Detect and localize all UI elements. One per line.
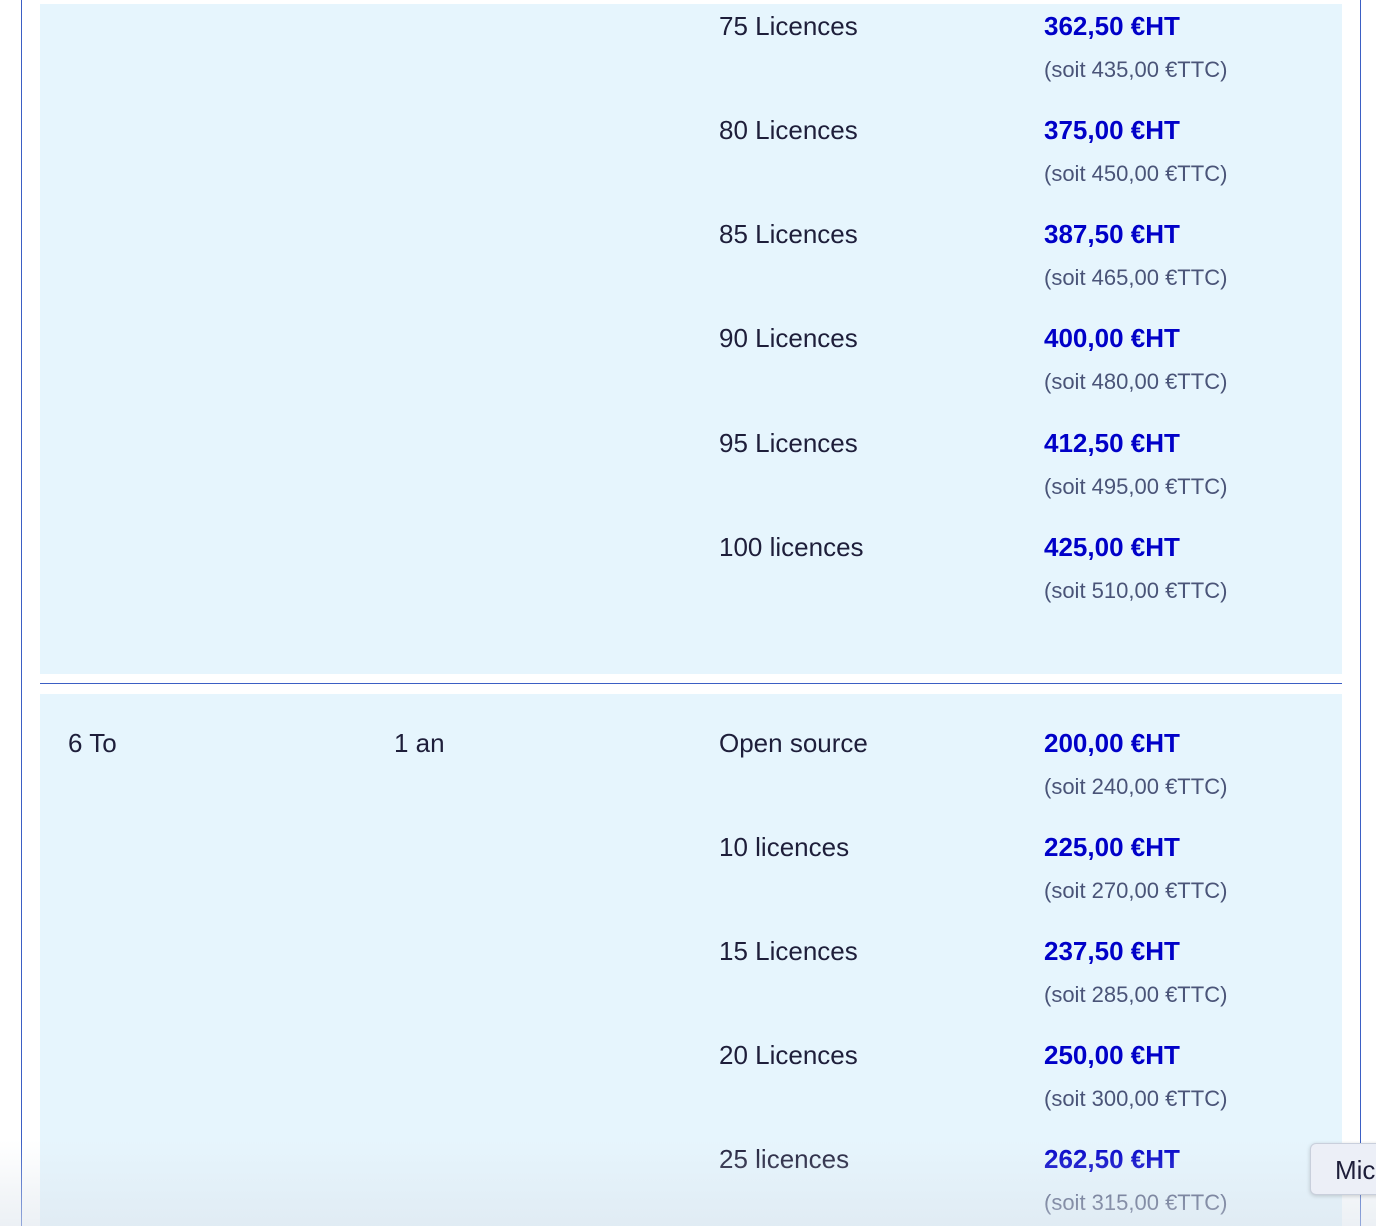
- licence-label: 80 Licences: [719, 115, 858, 145]
- price-ht: 262,50 €HT: [1044, 1144, 1180, 1174]
- table-row: 15 Licences 237,50 €HT (soit 285,00 €TTC…: [40, 929, 1342, 1029]
- subscription-duration: 1 an: [394, 728, 445, 758]
- price-cell: 387,50 €HT (soit 465,00 €TTC): [1044, 212, 1227, 300]
- licence-label: 15 Licences: [719, 936, 858, 966]
- price-ht: 425,00 €HT: [1044, 532, 1180, 562]
- price-ht: 387,50 €HT: [1044, 219, 1180, 249]
- table-row: 95 Licences 412,50 €HT (soit 495,00 €TTC…: [40, 421, 1342, 521]
- licence-label: 10 licences: [719, 832, 850, 862]
- price-cell: 225,00 €HT (soit 270,00 €TTC): [1044, 825, 1227, 913]
- price-cell: 375,00 €HT (soit 450,00 €TTC): [1044, 108, 1227, 196]
- licence-label: 20 Licences: [719, 1040, 858, 1070]
- price-cell: 400,00 €HT (soit 480,00 €TTC): [1044, 316, 1227, 404]
- licence-label: 100 licences: [719, 532, 864, 562]
- price-ttc: (soit 435,00 €TTC): [1044, 57, 1228, 82]
- licence-label: Open source: [719, 728, 868, 758]
- price-ttc: (soit 285,00 €TTC): [1044, 982, 1228, 1007]
- price-ht: 225,00 €HT: [1044, 832, 1180, 862]
- price-ht: 250,00 €HT: [1044, 1040, 1180, 1070]
- price-ht: 237,50 €HT: [1044, 936, 1180, 966]
- table-row: 10 licences 225,00 €HT (soit 270,00 €TTC…: [40, 825, 1342, 925]
- licence-label: 95 Licences: [719, 428, 858, 458]
- price-ttc: (soit 480,00 €TTC): [1044, 369, 1228, 394]
- licence-label: 90 Licences: [719, 323, 858, 353]
- table-row: 100 licences 425,00 €HT (soit 510,00 €TT…: [40, 525, 1342, 625]
- table-border-right: [1360, 0, 1361, 1226]
- price-ht: 375,00 €HT: [1044, 115, 1180, 145]
- price-cell: 425,00 €HT (soit 510,00 €TTC): [1044, 525, 1227, 613]
- price-ttc: (soit 300,00 €TTC): [1044, 1086, 1228, 1111]
- table-row: 25 licences 262,50 €HT (soit 315,00 €TTC…: [40, 1137, 1342, 1226]
- chat-widget-button[interactable]: Mic: [1310, 1143, 1376, 1195]
- price-ttc: (soit 270,00 €TTC): [1044, 878, 1228, 903]
- price-ttc: (soit 465,00 €TTC): [1044, 265, 1228, 290]
- pricing-block-previous: 75 Licences 362,50 €HT (soit 435,00 €TTC…: [40, 4, 1342, 674]
- price-ht: 400,00 €HT: [1044, 323, 1180, 353]
- table-row: 85 Licences 387,50 €HT (soit 465,00 €TTC…: [40, 212, 1342, 312]
- price-cell: 262,50 €HT (soit 315,00 €TTC): [1044, 1137, 1227, 1225]
- price-cell: 362,50 €HT (soit 435,00 €TTC): [1044, 4, 1227, 92]
- licence-label: 25 licences: [719, 1144, 850, 1174]
- price-ttc: (soit 450,00 €TTC): [1044, 161, 1228, 186]
- price-ttc: (soit 240,00 €TTC): [1044, 774, 1228, 799]
- table-row: 6 To 1 an Open source 200,00 €HT (soit 2…: [40, 721, 1342, 821]
- pricing-page: 75 Licences 362,50 €HT (soit 435,00 €TTC…: [0, 0, 1376, 1226]
- table-row: 20 Licences 250,00 €HT (soit 300,00 €TTC…: [40, 1033, 1342, 1133]
- licence-label: 75 Licences: [719, 11, 858, 41]
- pricing-block-6to: 6 To 1 an Open source 200,00 €HT (soit 2…: [40, 694, 1342, 1226]
- price-ttc: (soit 315,00 €TTC): [1044, 1190, 1228, 1215]
- price-ttc: (soit 510,00 €TTC): [1044, 578, 1228, 603]
- price-cell: 412,50 €HT (soit 495,00 €TTC): [1044, 421, 1227, 509]
- price-ttc: (soit 495,00 €TTC): [1044, 474, 1228, 499]
- price-ht: 200,00 €HT: [1044, 728, 1180, 758]
- table-border-left: [21, 0, 22, 1226]
- price-cell: 200,00 €HT (soit 240,00 €TTC): [1044, 721, 1227, 809]
- price-cell: 237,50 €HT (soit 285,00 €TTC): [1044, 929, 1227, 1017]
- price-cell: 250,00 €HT (soit 300,00 €TTC): [1044, 1033, 1227, 1121]
- row-divider: [40, 683, 1342, 684]
- table-row: 75 Licences 362,50 €HT (soit 435,00 €TTC…: [40, 4, 1342, 104]
- licence-label: 85 Licences: [719, 219, 858, 249]
- price-ht: 362,50 €HT: [1044, 11, 1180, 41]
- price-ht: 412,50 €HT: [1044, 428, 1180, 458]
- table-row: 80 Licences 375,00 €HT (soit 450,00 €TTC…: [40, 108, 1342, 208]
- storage-size: 6 To: [68, 728, 117, 758]
- table-row: 90 Licences 400,00 €HT (soit 480,00 €TTC…: [40, 316, 1342, 416]
